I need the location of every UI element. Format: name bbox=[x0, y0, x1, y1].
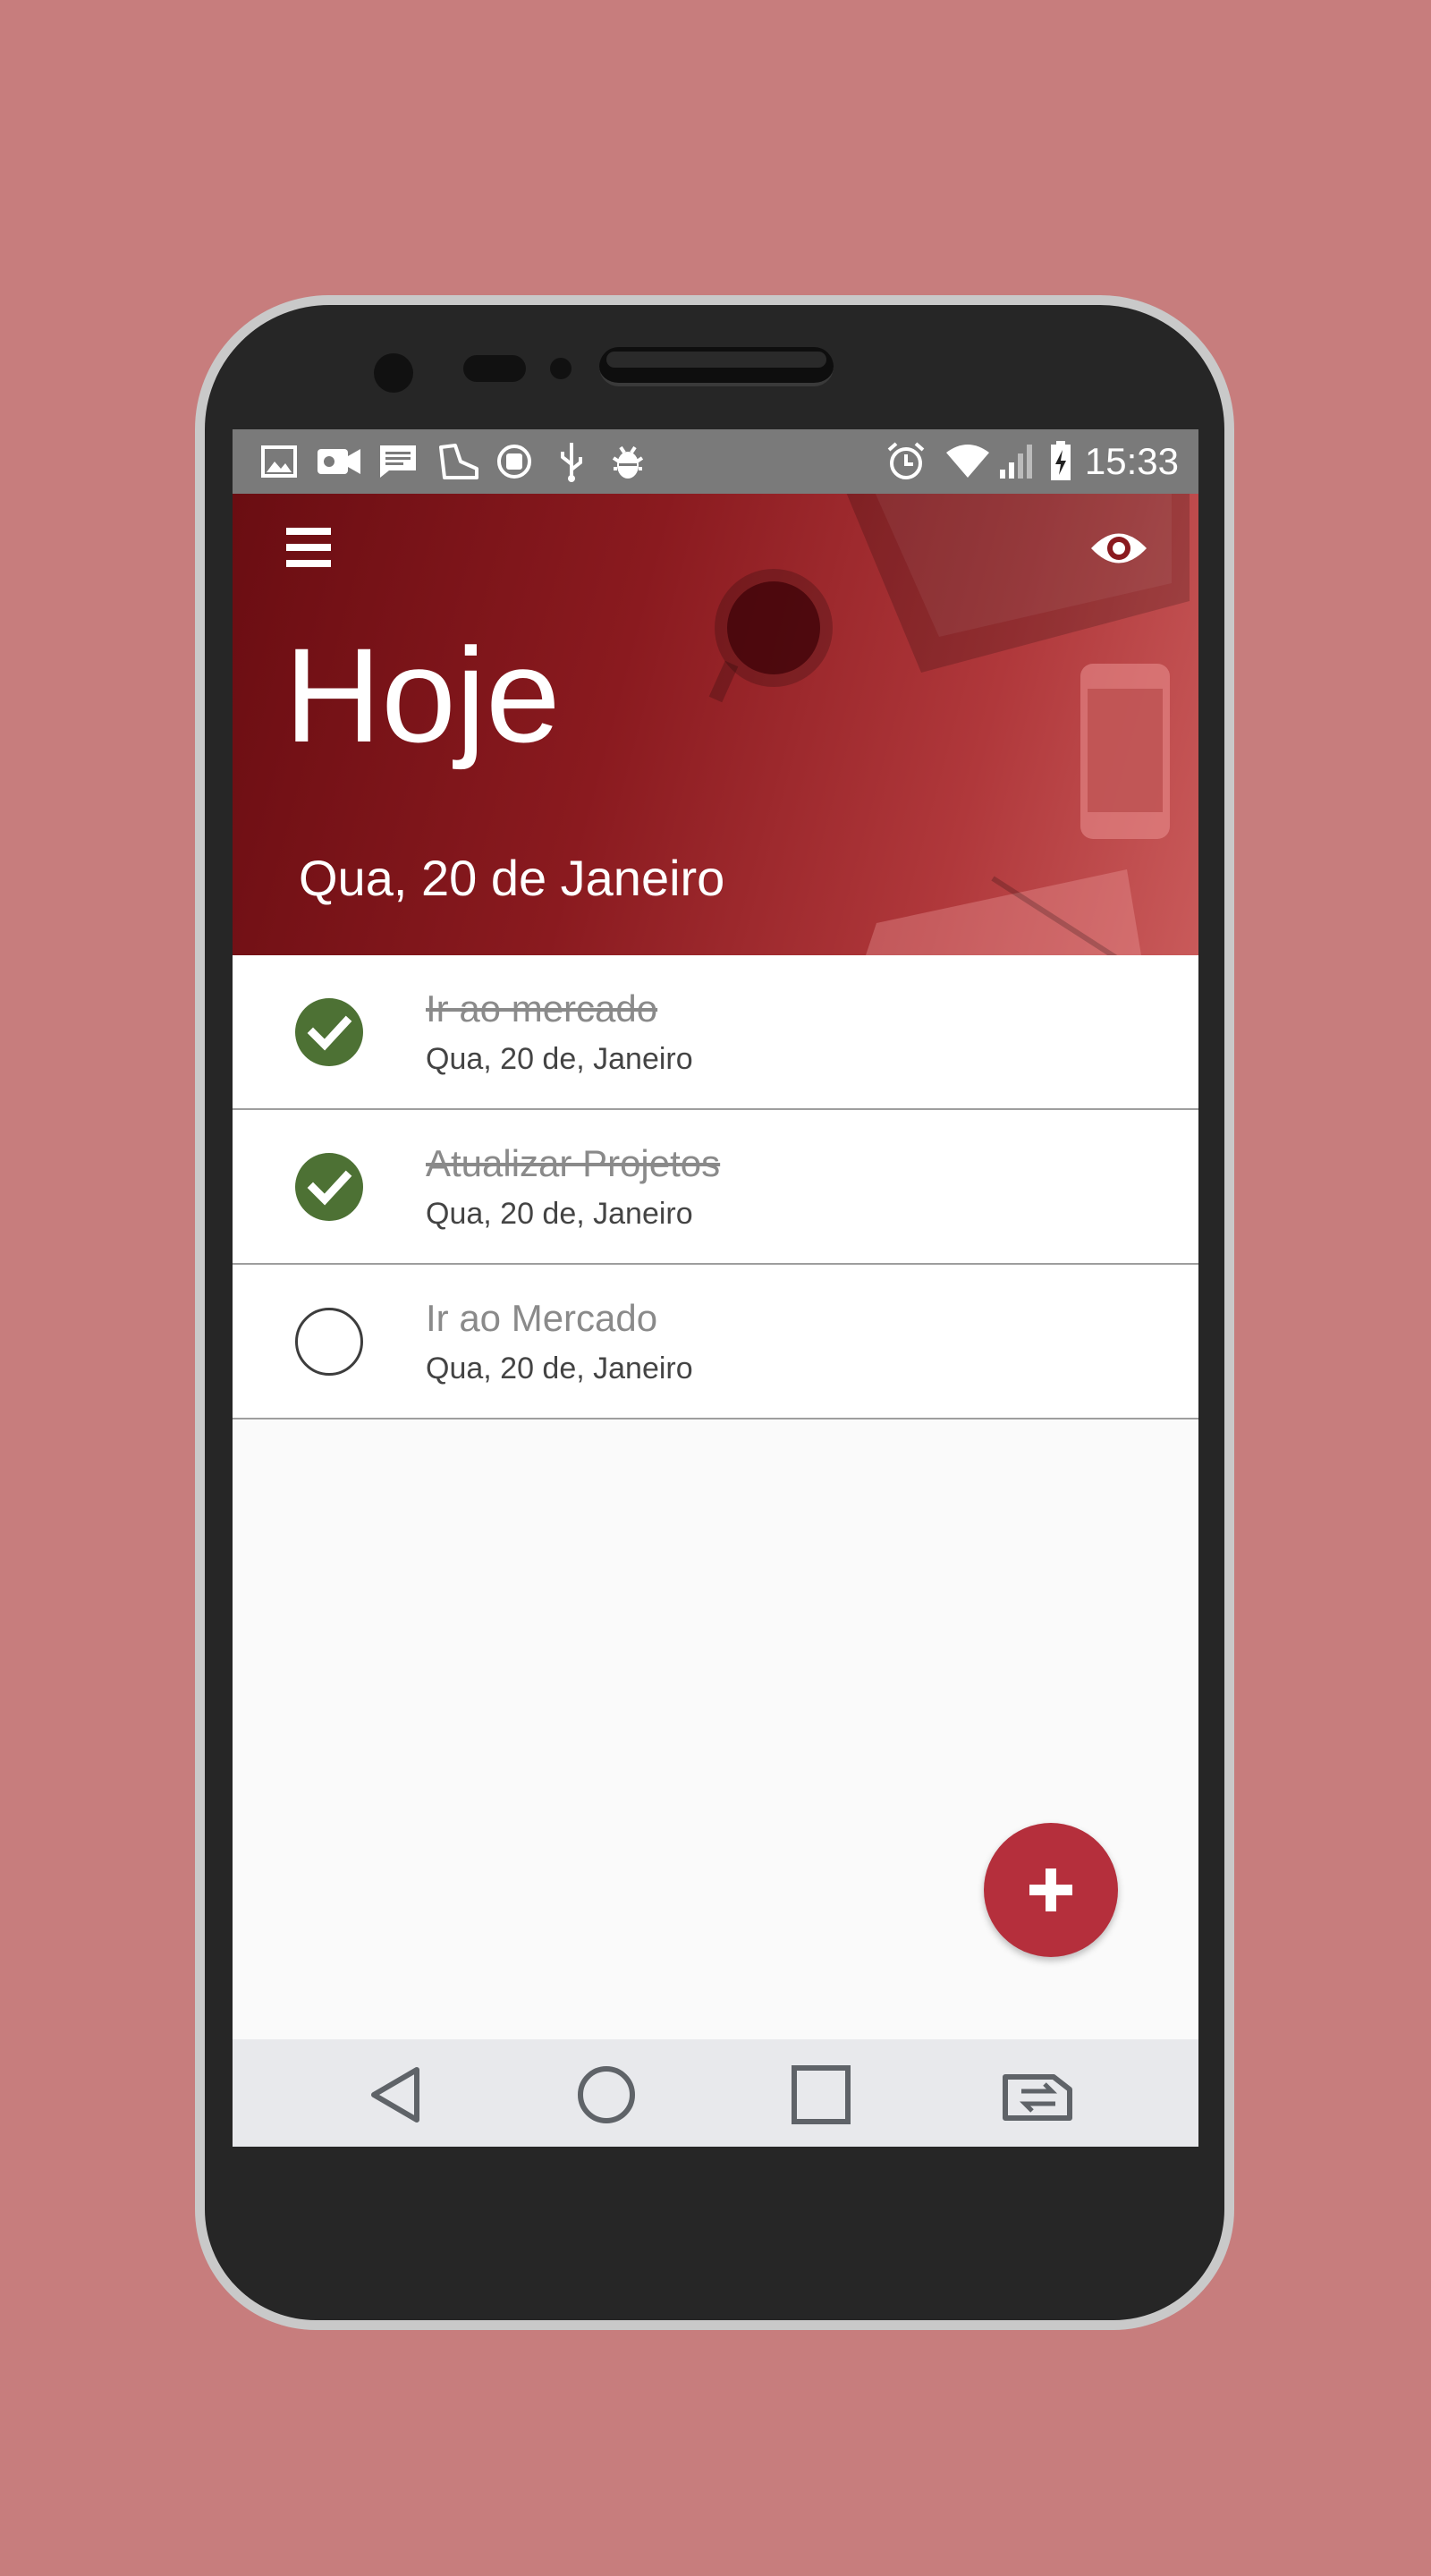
app-screen: 15:33 Hoje Qua, 20 de Janeiro Ir ao merc… bbox=[233, 429, 1198, 2147]
system-nav-bar bbox=[233, 2039, 1198, 2147]
video-icon bbox=[315, 442, 363, 481]
sync-icon bbox=[494, 442, 535, 481]
switch-icon bbox=[1003, 2074, 1072, 2121]
home-icon bbox=[578, 2066, 635, 2123]
usb-icon bbox=[556, 442, 587, 482]
task-checkbox-checked[interactable] bbox=[295, 1153, 363, 1221]
shoe-icon bbox=[435, 442, 481, 481]
image-icon bbox=[259, 442, 299, 481]
task-row[interactable]: Ir ao mercado Qua, 20 de, Janeiro bbox=[233, 955, 1198, 1110]
add-task-button[interactable] bbox=[984, 1823, 1118, 1957]
notebook-decoration bbox=[859, 852, 1198, 955]
back-icon bbox=[371, 2067, 419, 2123]
task-checkbox-unchecked[interactable] bbox=[295, 1308, 363, 1376]
recents-button[interactable] bbox=[789, 2064, 853, 2125]
task-row[interactable]: Ir ao Mercado Qua, 20 de, Janeiro bbox=[233, 1265, 1198, 1419]
page-title: Hoje bbox=[284, 620, 561, 770]
switch-sim-button[interactable] bbox=[1000, 2064, 1077, 2125]
back-button[interactable] bbox=[363, 2064, 428, 2125]
light-sensor bbox=[550, 358, 572, 379]
task-date: Qua, 20 de, Janeiro bbox=[426, 1042, 693, 1076]
task-title: Ir ao mercado bbox=[426, 987, 658, 1030]
front-camera bbox=[374, 353, 413, 393]
message-icon bbox=[377, 442, 419, 481]
eye-icon bbox=[1091, 533, 1147, 564]
task-checkbox-checked[interactable] bbox=[295, 998, 363, 1066]
task-row[interactable]: Atualizar Projetos Qua, 20 de, Janeiro bbox=[233, 1110, 1198, 1265]
proximity-sensor bbox=[463, 355, 526, 382]
status-bar: 15:33 bbox=[233, 429, 1198, 494]
bug-icon bbox=[610, 442, 646, 481]
recents-icon bbox=[792, 2065, 851, 2124]
earpiece-grille bbox=[606, 352, 826, 368]
battery-charging-icon bbox=[1048, 441, 1073, 481]
laptop-decoration bbox=[814, 494, 1190, 673]
coffee-cup-decoration bbox=[707, 565, 841, 717]
visibility-toggle-button[interactable] bbox=[1089, 526, 1148, 571]
alarm-icon bbox=[885, 442, 927, 481]
task-title: Atualizar Projetos bbox=[426, 1142, 721, 1184]
check-icon bbox=[307, 1015, 352, 1051]
task-date: Qua, 20 de, Janeiro bbox=[426, 1197, 693, 1231]
signal-icon bbox=[998, 442, 1037, 481]
status-time: 15:33 bbox=[1084, 440, 1179, 482]
home-button[interactable] bbox=[574, 2064, 639, 2125]
plus-icon bbox=[984, 1823, 1118, 1957]
page-date: Qua, 20 de Janeiro bbox=[299, 850, 725, 906]
phone-decoration bbox=[1080, 664, 1170, 843]
task-list: Ir ao mercado Qua, 20 de, Janeiro Atuali… bbox=[233, 955, 1198, 1419]
header-banner: Hoje Qua, 20 de Janeiro bbox=[233, 494, 1198, 955]
task-title: Ir ao Mercado bbox=[426, 1297, 658, 1339]
check-icon bbox=[307, 1170, 352, 1206]
menu-button[interactable] bbox=[283, 524, 333, 574]
wifi-icon bbox=[944, 442, 991, 481]
task-date: Qua, 20 de, Janeiro bbox=[426, 1352, 693, 1385]
